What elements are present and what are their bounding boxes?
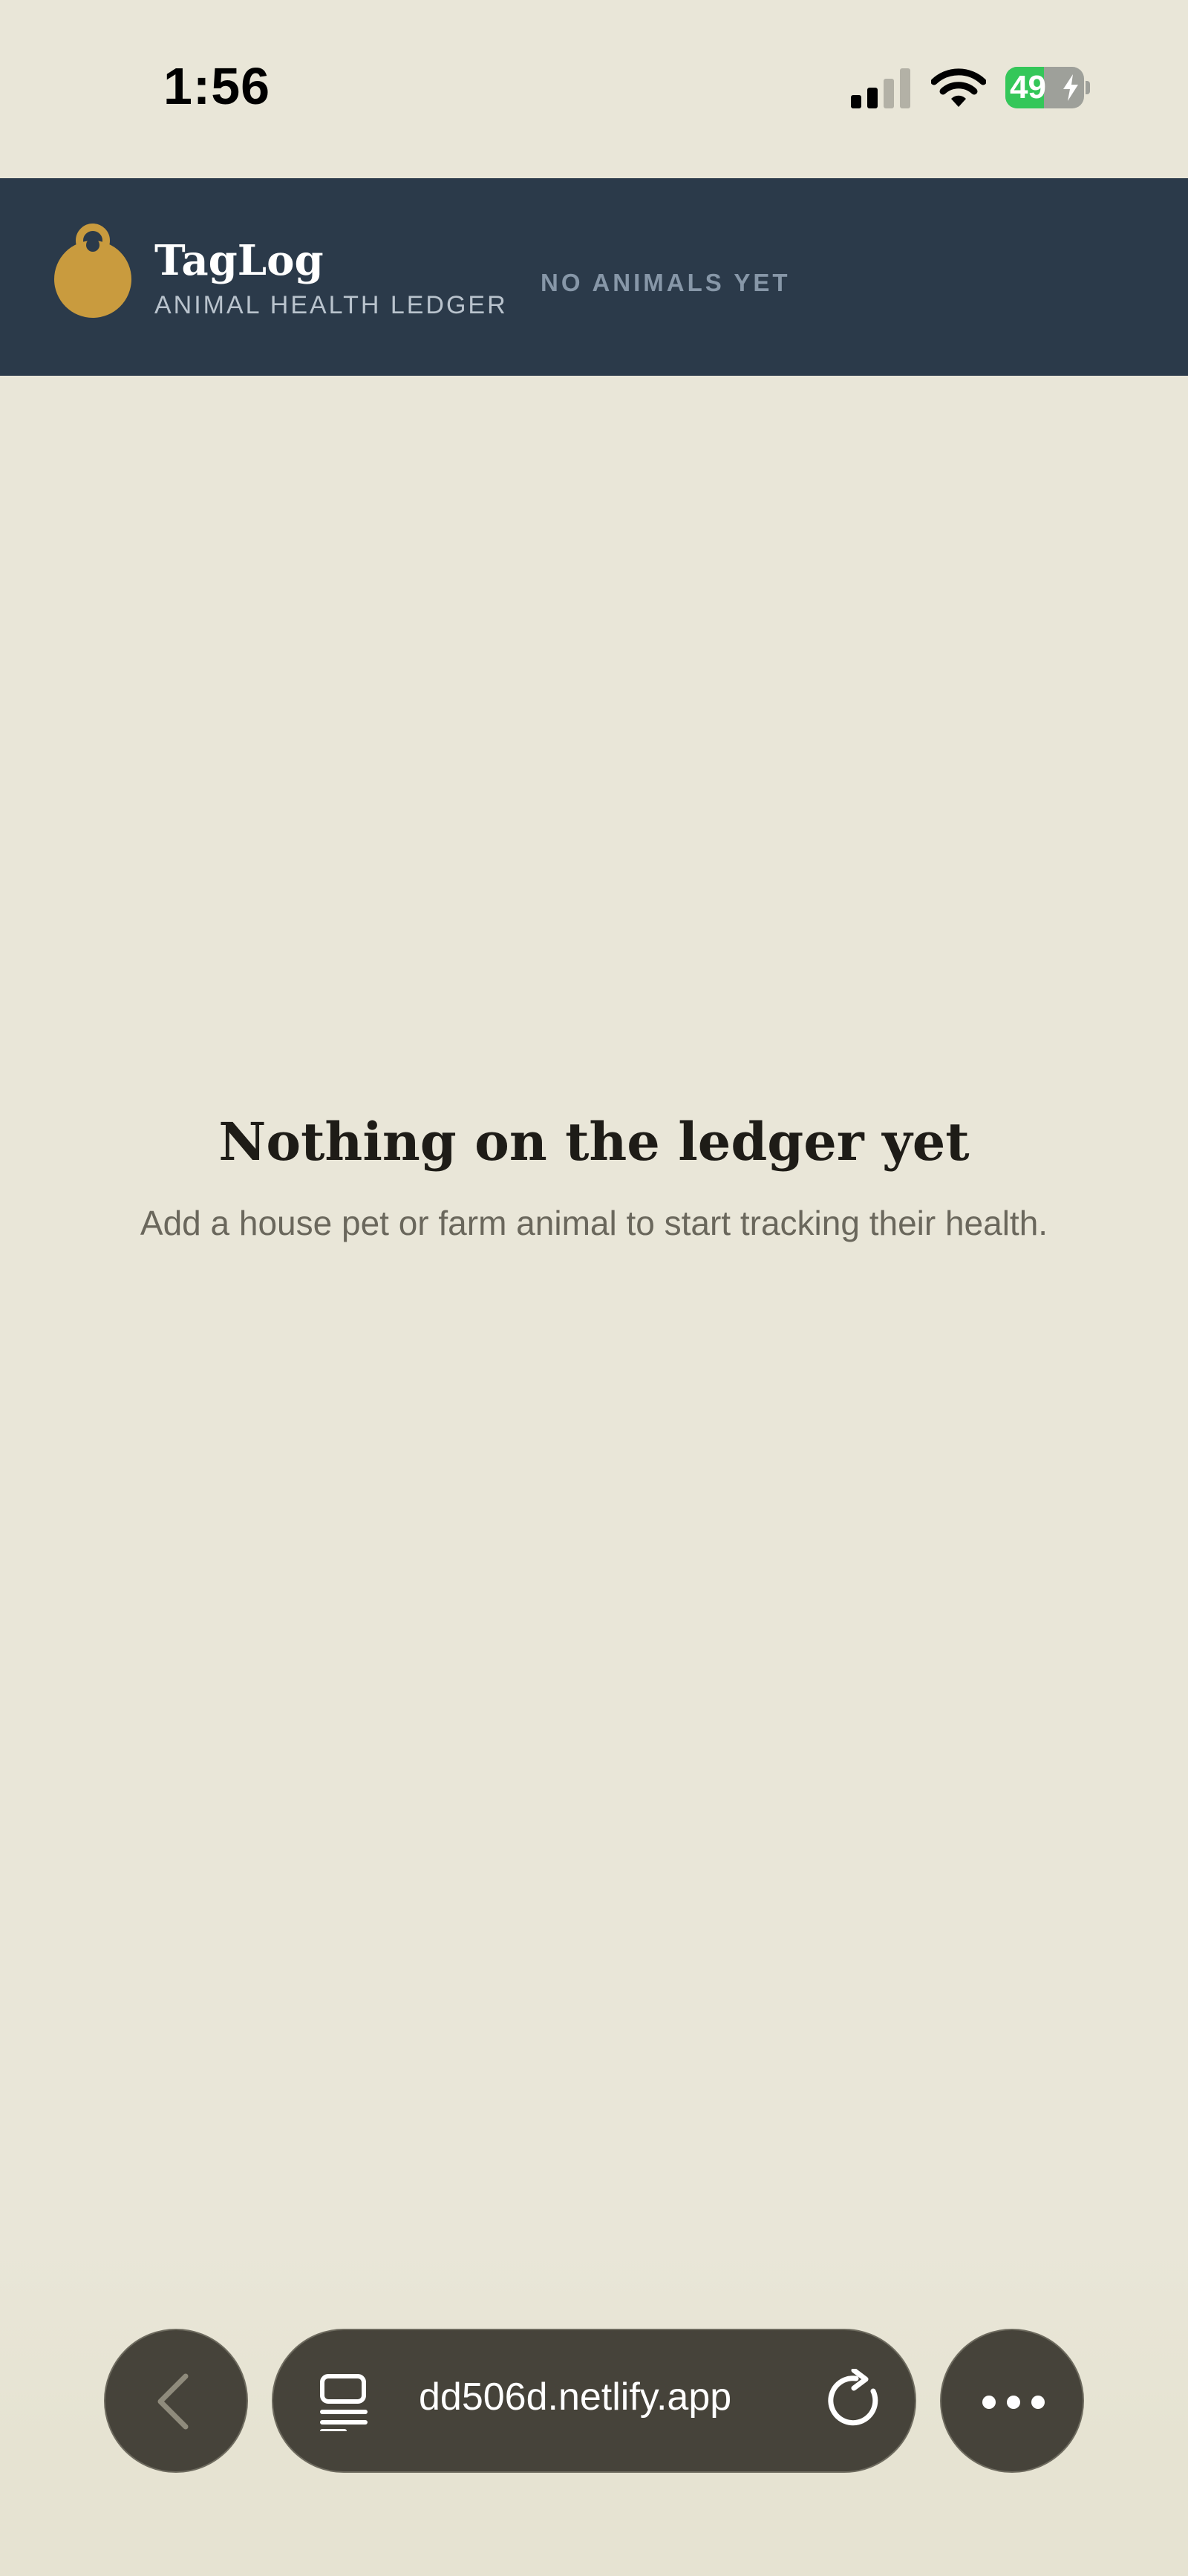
animal-tag-icon (54, 224, 131, 318)
wifi-icon (931, 68, 986, 107)
cellular-signal-icon (851, 68, 910, 108)
bolt-icon (1063, 74, 1078, 101)
app-subtitle: ANIMAL HEALTH LEDGER (154, 291, 508, 319)
status-time: 1:56 (163, 57, 271, 115)
more-icon (982, 2396, 1045, 2409)
empty-state-message: Add a house pet or farm animal to start … (140, 1204, 1048, 1242)
battery-body: 49 (1005, 67, 1084, 108)
app-header: TagLog ANIMAL HEALTH LEDGER NO ANIMALS Y… (0, 178, 1188, 376)
battery-cap (1086, 81, 1090, 94)
back-button[interactable] (104, 2329, 248, 2473)
chevron-left-icon (157, 2373, 189, 2430)
battery-level: 49 (1010, 69, 1046, 105)
battery-indicator: 49 (1005, 67, 1090, 108)
reload-icon[interactable] (824, 2369, 888, 2433)
empty-state-title: Nothing on the ledger yet (218, 1111, 970, 1173)
url-text[interactable]: dd506d.netlify.app (419, 2375, 731, 2419)
status-bar: 1:56 49 (0, 0, 1188, 178)
app-title: TagLog (154, 236, 324, 285)
tabs-icon[interactable] (318, 2372, 371, 2431)
more-button[interactable] (940, 2329, 1084, 2473)
address-bar[interactable]: dd506d.netlify.app (272, 2329, 916, 2473)
animal-count-label: NO ANIMALS YET (541, 269, 791, 296)
